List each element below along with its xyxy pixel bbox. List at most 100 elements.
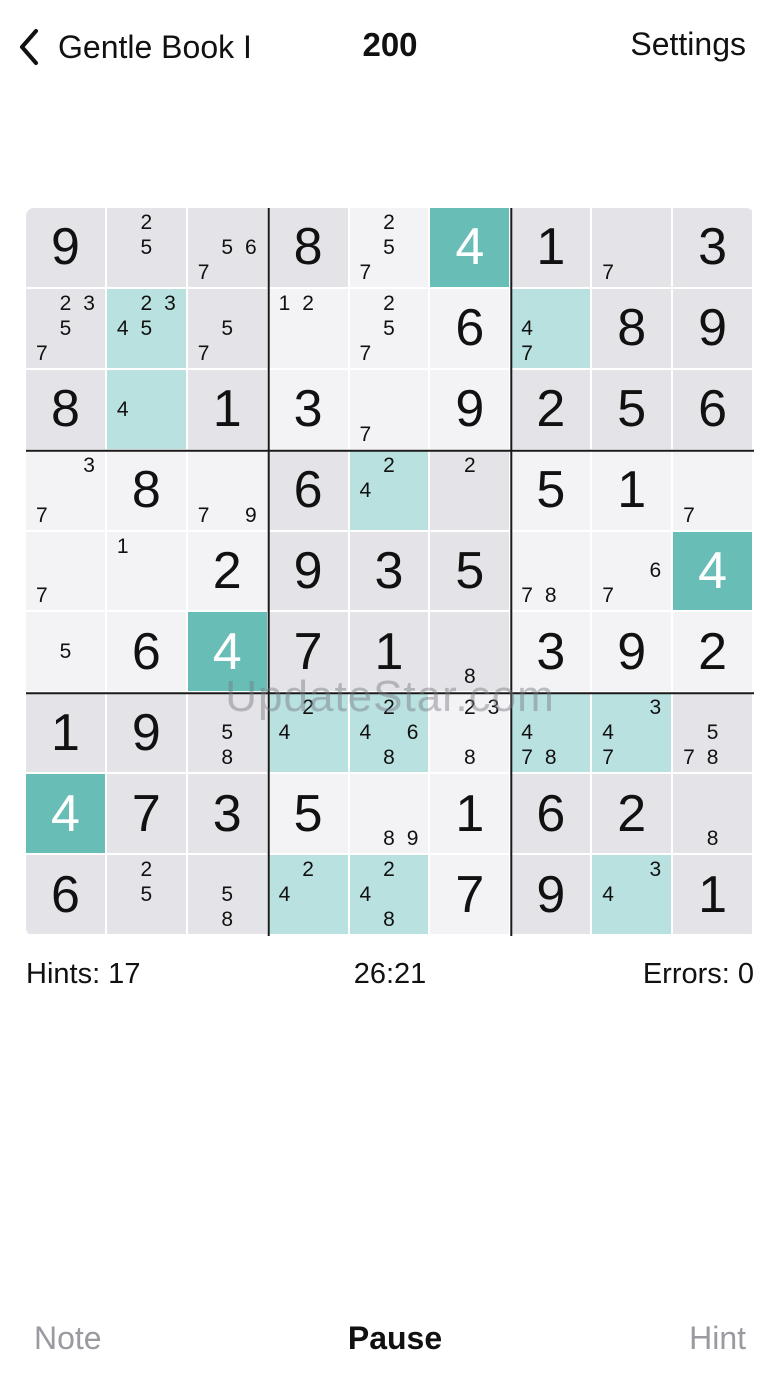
- cell-r8c5[interactable]: 89: [349, 774, 431, 856]
- pencil-slot-empty: [354, 826, 378, 851]
- cell-r9c7[interactable]: 9: [511, 855, 593, 936]
- cell-r9c6[interactable]: 7: [430, 855, 512, 936]
- hint-button[interactable]: Hint: [689, 1320, 746, 1357]
- cell-r9c9[interactable]: 1: [673, 855, 754, 936]
- pencil-mark: 3: [164, 291, 176, 315]
- cell-r5c9[interactable]: 4: [673, 531, 754, 613]
- cell-r2c2[interactable]: 23 45: [106, 288, 188, 370]
- cell-r2c7[interactable]: 47: [511, 288, 593, 370]
- cell-r7c5[interactable]: 24 68: [349, 693, 431, 775]
- cell-r5c7[interactable]: 78: [511, 531, 593, 613]
- cell-r1c5[interactable]: 257: [349, 208, 431, 289]
- cell-r4c1[interactable]: 37: [26, 450, 107, 532]
- cell-r5c1[interactable]: 7: [26, 531, 107, 613]
- pencil-mark: 6: [649, 559, 662, 583]
- cell-r4c9[interactable]: 7: [673, 450, 754, 532]
- pencil-slot-empty: [273, 316, 297, 341]
- cell-r9c4[interactable]: 24: [268, 855, 350, 936]
- cell-r4c7[interactable]: 5: [511, 450, 593, 532]
- cell-r5c5[interactable]: 3: [349, 531, 431, 613]
- cell-r6c8[interactable]: 9: [592, 612, 674, 694]
- cell-r9c2[interactable]: 25: [106, 855, 188, 936]
- cell-r6c1[interactable]: 5: [26, 612, 107, 694]
- pause-button[interactable]: Pause: [0, 1320, 780, 1357]
- cell-r3c9[interactable]: 6: [673, 369, 754, 451]
- cell-r2c6[interactable]: 6: [430, 288, 512, 370]
- pencil-slot-empty: [215, 453, 239, 478]
- cell-r5c6[interactable]: 5: [430, 531, 512, 613]
- cell-r5c3[interactable]: 2: [187, 531, 269, 613]
- cell-r3c7[interactable]: 2: [511, 369, 593, 451]
- cell-r2c9[interactable]: 9: [673, 288, 754, 370]
- cell-value: 6: [293, 461, 323, 520]
- cell-r6c4[interactable]: 7: [268, 612, 350, 694]
- pencil-slot-empty: [30, 639, 54, 664]
- pencil-slot-empty: [458, 478, 482, 503]
- settings-button[interactable]: Settings: [630, 26, 746, 63]
- cell-r5c8[interactable]: 67: [592, 531, 674, 613]
- cell-r4c2[interactable]: 8: [106, 450, 188, 532]
- cell-r5c4[interactable]: 9: [268, 531, 350, 613]
- cell-r6c5[interactable]: 1: [349, 612, 431, 694]
- pencil-slot-empty: [192, 453, 216, 478]
- cell-r2c4[interactable]: 12: [268, 288, 350, 370]
- cell-r8c1[interactable]: 4: [26, 774, 107, 856]
- cell-r7c7[interactable]: 478: [511, 693, 593, 775]
- cell-r1c7[interactable]: 1: [511, 208, 593, 289]
- cell-r8c7[interactable]: 6: [511, 774, 593, 856]
- cell-r1c6[interactable]: 4: [430, 208, 512, 289]
- cell-r4c6[interactable]: 2: [430, 450, 512, 532]
- cell-r6c6[interactable]: 8: [430, 612, 512, 694]
- cell-r3c4[interactable]: 3: [268, 369, 350, 451]
- cell-r7c8[interactable]: 3 47: [592, 693, 674, 775]
- cell-r8c8[interactable]: 2: [592, 774, 674, 856]
- cell-r2c1[interactable]: 2357: [26, 288, 107, 370]
- cell-r1c9[interactable]: 3: [673, 208, 754, 289]
- pencil-slot-empty: [158, 422, 182, 447]
- cell-r7c3[interactable]: 58: [187, 693, 269, 775]
- cell-r7c6[interactable]: 23 8: [430, 693, 512, 775]
- cell-r3c2[interactable]: 4: [106, 369, 188, 451]
- cell-r6c7[interactable]: 3: [511, 612, 593, 694]
- cell-r8c9[interactable]: 8: [673, 774, 754, 856]
- cell-r6c3[interactable]: 4: [187, 612, 269, 694]
- pencil-slot-empty: [354, 745, 378, 770]
- cell-r8c2[interactable]: 7: [106, 774, 188, 856]
- cell-r3c6[interactable]: 9: [430, 369, 512, 451]
- cell-r1c8[interactable]: 7: [592, 208, 674, 289]
- pencil-slot-empty: [377, 260, 401, 285]
- cell-r8c3[interactable]: 3: [187, 774, 269, 856]
- cell-r1c1[interactable]: 9: [26, 208, 107, 289]
- cell-r9c3[interactable]: 58: [187, 855, 269, 936]
- cell-r8c6[interactable]: 1: [430, 774, 512, 856]
- cell-value: 6: [536, 784, 566, 843]
- cell-r7c4[interactable]: 24: [268, 693, 350, 775]
- cell-r3c8[interactable]: 5: [592, 369, 674, 451]
- cell-r1c4[interactable]: 8: [268, 208, 350, 289]
- cell-r4c8[interactable]: 1: [592, 450, 674, 532]
- cell-r4c4[interactable]: 6: [268, 450, 350, 532]
- cell-r7c9[interactable]: 578: [673, 693, 754, 775]
- cell-r1c3[interactable]: 56 7: [187, 208, 269, 289]
- cell-r3c5[interactable]: 7: [349, 369, 431, 451]
- cell-r4c3[interactable]: 79: [187, 450, 269, 532]
- cell-r5c2[interactable]: 1: [106, 531, 188, 613]
- cell-r6c2[interactable]: 6: [106, 612, 188, 694]
- pencil-slot-empty: [677, 826, 701, 851]
- cell-r6c9[interactable]: 2: [673, 612, 754, 694]
- cell-r3c1[interactable]: 8: [26, 369, 107, 451]
- cell-r9c8[interactable]: 34: [592, 855, 674, 936]
- cell-r9c1[interactable]: 6: [26, 855, 107, 936]
- cell-r8c4[interactable]: 5: [268, 774, 350, 856]
- cell-r3c3[interactable]: 1: [187, 369, 269, 451]
- cell-r2c8[interactable]: 8: [592, 288, 674, 370]
- pencil-slot-empty: [620, 907, 644, 932]
- cell-r7c1[interactable]: 1: [26, 693, 107, 775]
- cell-r2c3[interactable]: 57: [187, 288, 269, 370]
- cell-r4c5[interactable]: 24: [349, 450, 431, 532]
- cell-r9c5[interactable]: 248: [349, 855, 431, 936]
- cell-r7c2[interactable]: 9: [106, 693, 188, 775]
- pencil-slot-empty: [563, 559, 587, 584]
- cell-r2c5[interactable]: 257: [349, 288, 431, 370]
- cell-r1c2[interactable]: 25: [106, 208, 188, 289]
